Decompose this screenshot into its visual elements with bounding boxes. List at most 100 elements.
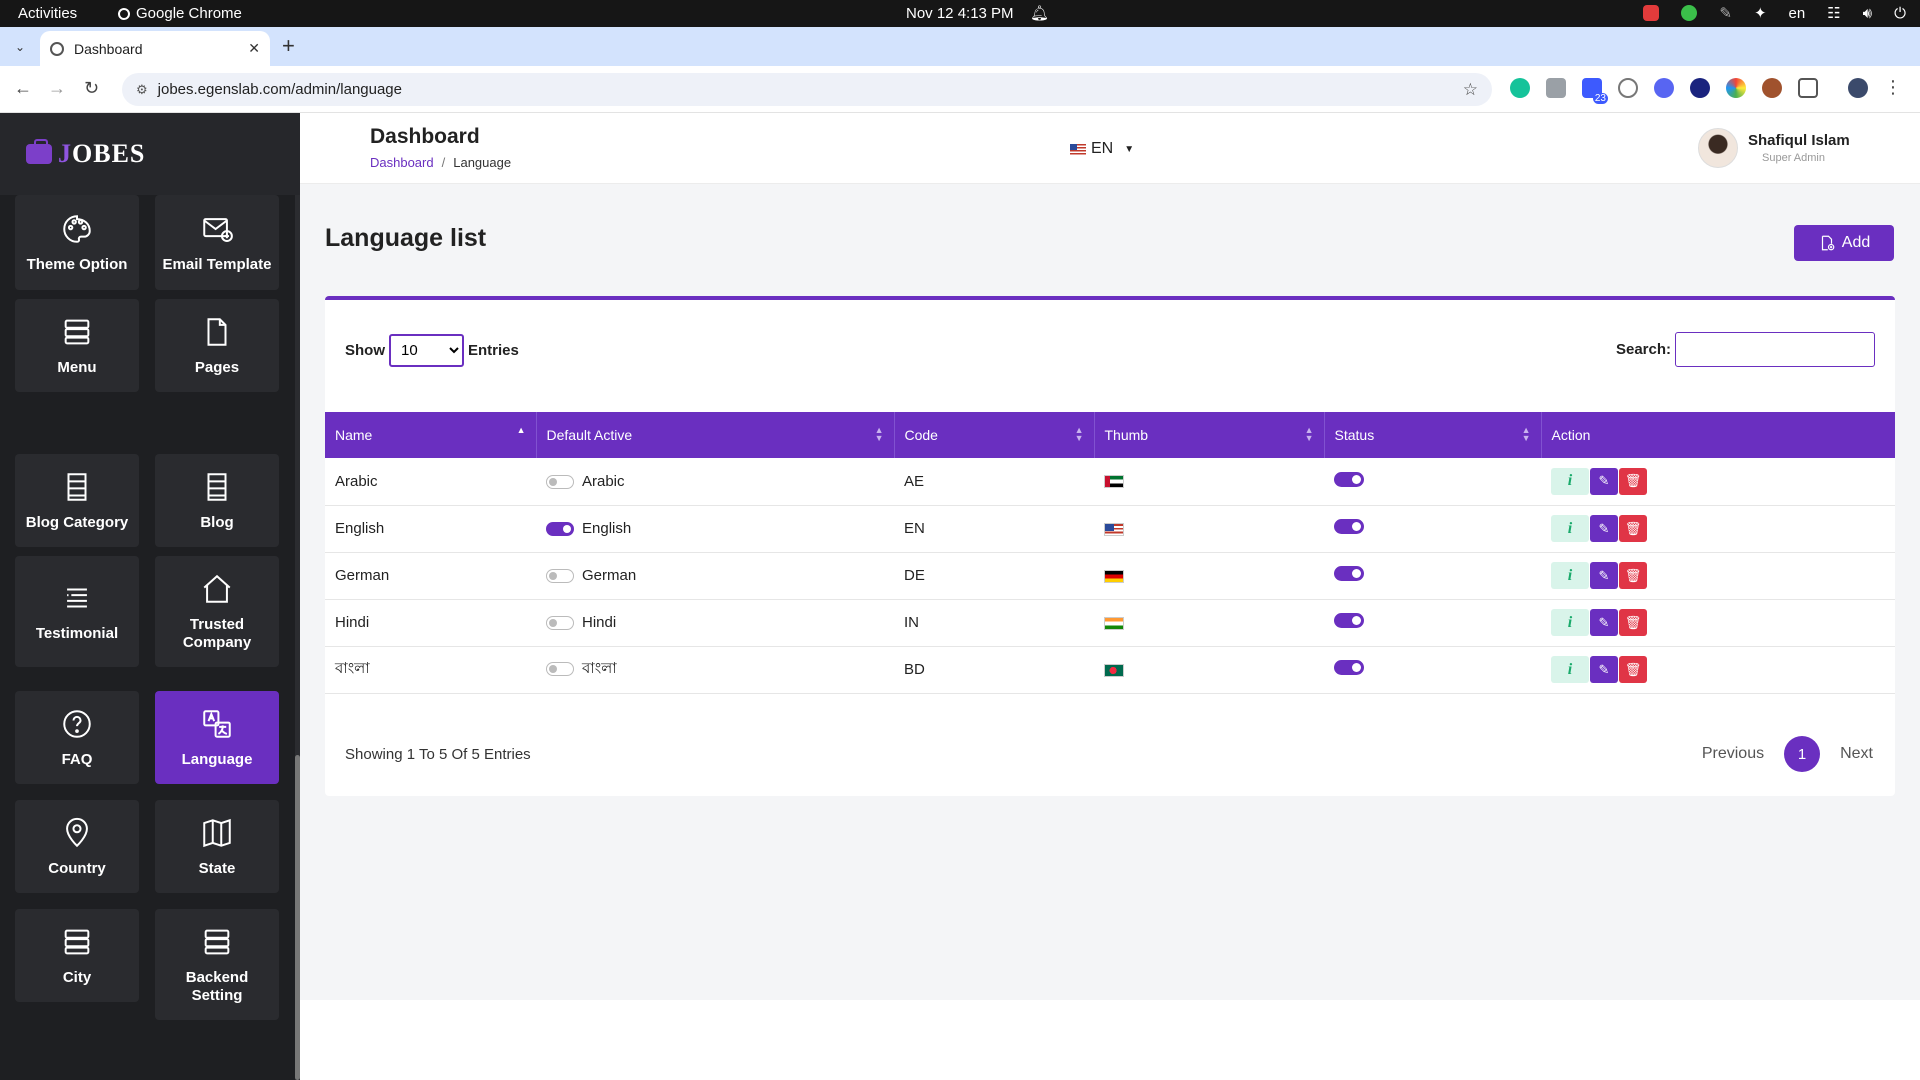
sidebar-item-faq[interactable]: FAQ	[15, 691, 139, 784]
sidebar-item-backend-setting[interactable]: Backend Setting	[155, 909, 279, 1020]
india-flag-icon	[1104, 616, 1124, 630]
school-badge-icon[interactable]: 23	[1582, 78, 1608, 104]
status-toggle[interactable]	[1334, 471, 1364, 487]
edit-button[interactable]: ✎	[1590, 562, 1618, 589]
grammarly-icon[interactable]	[1510, 78, 1530, 98]
status-toggle[interactable]	[1334, 566, 1364, 581]
tab-search-chevron-icon[interactable]: ⌄	[8, 35, 32, 59]
column-header-code[interactable]: Code ▲ ▼	[894, 412, 1095, 458]
default-toggle[interactable]	[546, 522, 574, 537]
sidebar-item-blog[interactable]: Blog	[155, 454, 279, 547]
volume-icon[interactable]: 🔊︎	[1863, 5, 1872, 22]
url-text[interactable]: jobes.egenslab.com/admin/language	[158, 81, 1453, 98]
column-header-name[interactable]: Name ▲	[325, 412, 537, 458]
shield-check-icon[interactable]	[1681, 5, 1698, 21]
power-icon[interactable]: ⏻	[1894, 5, 1906, 22]
info-button[interactable]: i	[1551, 515, 1589, 542]
thumb-cell	[1094, 646, 1324, 693]
sidebar-item-email-template[interactable]: Email Template	[155, 195, 279, 290]
back-icon[interactable]: ←	[14, 78, 32, 99]
default-toggle[interactable]	[546, 474, 574, 489]
sidebar-item-language[interactable]: Language	[155, 691, 279, 784]
sidebar-item-country[interactable]: Country	[15, 800, 139, 893]
system-tray[interactable]: ✎ ✦ en ☷ 🔊︎ ⏻	[1643, 4, 1906, 22]
bell-icon[interactable]: 🔔︎	[1030, 4, 1049, 22]
info-button[interactable]: i	[1551, 467, 1589, 495]
site-info-icon[interactable]: ⚙	[136, 82, 148, 98]
next-page-button[interactable]: Next	[1840, 745, 1873, 763]
new-tab-icon[interactable]: +	[282, 33, 295, 59]
main-content: Language list Add Show 10 Entries Search…	[300, 184, 1920, 1000]
user-menu[interactable]: Shafiqul Islam Super Admin	[1698, 128, 1850, 168]
entries-select[interactable]: 10	[389, 334, 464, 367]
camera-icon[interactable]	[1546, 78, 1566, 98]
delete-button[interactable]: 🗑︎	[1619, 515, 1647, 542]
sidebar-item-pages[interactable]: Pages	[155, 299, 279, 392]
brand-logo[interactable]: JOBES	[0, 113, 300, 195]
accessibility-icon[interactable]: ✦	[1754, 4, 1767, 22]
edit-button[interactable]: ✎	[1590, 515, 1618, 542]
activities-button[interactable]: Activities	[18, 5, 77, 22]
default-toggle[interactable]	[546, 569, 574, 584]
clock-ext-icon[interactable]	[1618, 78, 1638, 98]
breadcrumb-home-link[interactable]: Dashboard	[370, 155, 434, 170]
address-bar[interactable]: ⚙ jobes.egenslab.com/admin/language ☆	[122, 73, 1492, 106]
delete-button[interactable]: 🗑︎	[1619, 609, 1647, 636]
sidebar-item-label: Email Template	[162, 255, 272, 273]
column-header-status[interactable]: Status ▲ ▼	[1324, 412, 1542, 458]
delete-button[interactable]: 🗑︎	[1619, 467, 1647, 495]
profile-avatar-icon[interactable]	[1848, 78, 1868, 98]
language-dropdown[interactable]: EN ▼	[1070, 140, 1134, 158]
alien-icon[interactable]	[1690, 78, 1710, 98]
tab-favicon-icon	[50, 41, 64, 56]
action-cell: i ✎ 🗑︎	[1541, 552, 1895, 599]
pen-icon[interactable]: ✎	[1719, 4, 1732, 22]
search-input[interactable]	[1675, 332, 1875, 367]
user-role: Super Admin	[1762, 152, 1825, 164]
column-header-thumb[interactable]: Thumb ▲ ▼	[1094, 412, 1325, 458]
sidebar-item-menu[interactable]: Menu	[15, 299, 139, 392]
edit-button[interactable]: ✎	[1590, 467, 1618, 495]
sidebar-item-city[interactable]: City	[15, 909, 139, 1002]
browser-tab[interactable]: Dashboard ✕	[40, 31, 270, 66]
column-header-default-active[interactable]: Default Active ▲ ▼	[536, 412, 895, 458]
sidebar-item-blog-category[interactable]: Blog Category	[15, 454, 139, 547]
sidebar-item-testimonial[interactable]: Testimonial	[15, 556, 139, 667]
sidebar-item-state[interactable]: State	[155, 800, 279, 893]
network-icon[interactable]: ☷	[1827, 4, 1840, 22]
info-button[interactable]: i	[1551, 562, 1589, 589]
color-wheel-icon[interactable]	[1726, 78, 1746, 98]
default-toggle[interactable]	[546, 662, 574, 677]
reload-icon[interactable]: ↻	[84, 78, 99, 99]
input-language[interactable]: en	[1789, 5, 1806, 22]
edit-button[interactable]: ✎	[1590, 609, 1618, 636]
previous-page-button[interactable]: Previous	[1702, 745, 1764, 763]
add-language-button[interactable]: Add	[1794, 225, 1894, 261]
status-toggle[interactable]	[1334, 660, 1364, 675]
sidebar-item-trusted-company[interactable]: Trusted Company	[155, 556, 279, 667]
info-button[interactable]: i	[1551, 656, 1589, 683]
edit-button[interactable]: ✎	[1590, 656, 1618, 683]
delete-button[interactable]: 🗑︎	[1619, 656, 1647, 683]
app-menu[interactable]: Google Chrome	[118, 5, 242, 22]
status-toggle[interactable]	[1334, 613, 1364, 628]
sort-icon: ▲ ▼	[1304, 425, 1314, 443]
info-button[interactable]: i	[1551, 609, 1589, 636]
action-cell: i ✎ 🗑︎	[1541, 646, 1895, 693]
cookie-icon[interactable]	[1762, 78, 1782, 98]
snowflake-icon[interactable]	[1654, 78, 1674, 98]
close-tab-icon[interactable]: ✕	[248, 40, 260, 57]
default-toggle[interactable]	[546, 616, 574, 631]
sidebar-item-theme-option[interactable]: Theme Option	[15, 195, 139, 290]
bookmark-star-icon[interactable]: ☆	[1463, 80, 1478, 100]
kebab-menu-icon[interactable]: ⋮	[1884, 77, 1902, 98]
record-indicator-icon[interactable]	[1643, 5, 1660, 21]
delete-button[interactable]: 🗑︎	[1619, 562, 1647, 589]
language-code: IN	[904, 614, 919, 631]
puzzle-icon[interactable]	[1798, 78, 1818, 98]
status-toggle[interactable]	[1334, 519, 1364, 534]
question-icon	[63, 709, 91, 738]
forward-icon[interactable]: →	[48, 78, 66, 99]
page-1-button[interactable]: 1	[1784, 736, 1821, 772]
clock[interactable]: Nov 12 4:13 PM	[906, 5, 1014, 22]
